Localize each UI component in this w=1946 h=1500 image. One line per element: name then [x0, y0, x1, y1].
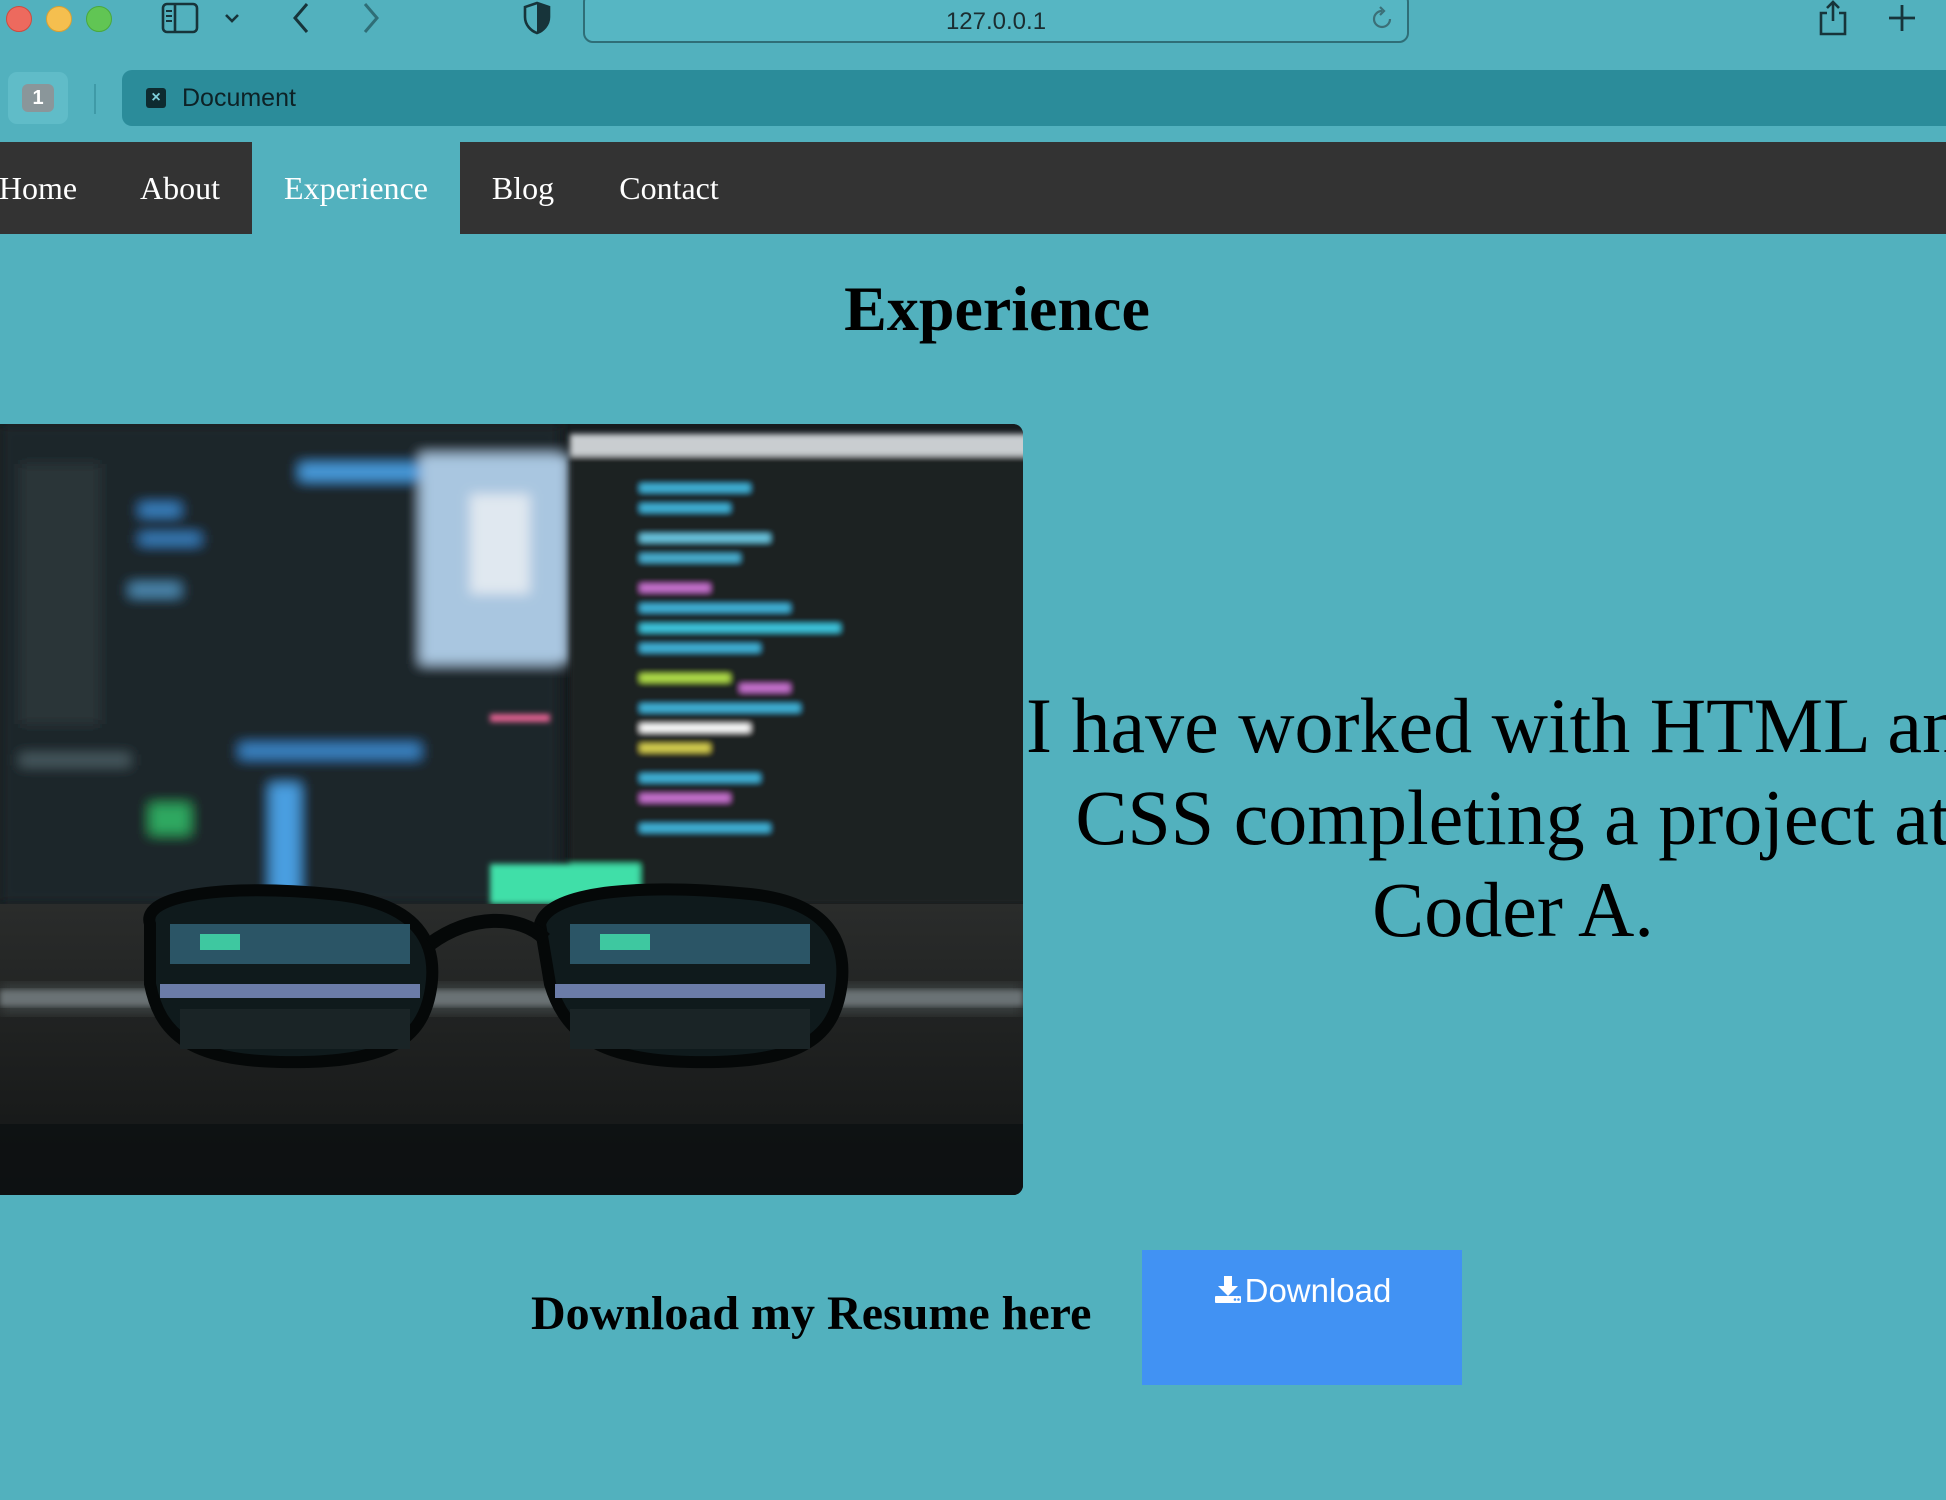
share-icon[interactable]	[1816, 0, 1850, 36]
page-title: Experience	[844, 273, 1150, 344]
reload-icon[interactable]	[1369, 6, 1395, 37]
back-arrow-icon[interactable]	[286, 0, 316, 36]
nav-about[interactable]: About	[116, 142, 244, 234]
hero-image	[0, 424, 1023, 1195]
favicon-icon: ×	[146, 88, 166, 108]
browser-toolbar: 127.0.0.1 1 × Document	[0, 0, 1946, 140]
nav-blog[interactable]: Blog	[476, 142, 570, 234]
nav-experience[interactable]: Experience	[252, 142, 460, 234]
chevron-down-icon[interactable]	[220, 0, 244, 36]
download-icon	[1213, 1272, 1245, 1312]
experience-description: I have worked with HTML and CSS completi…	[1025, 682, 1946, 953]
download-resume-button[interactable]: Download	[1142, 1250, 1462, 1385]
tab-title: Document	[182, 84, 296, 112]
top-nav: Home About Experience Blog Contact	[0, 142, 1946, 234]
new-tab-plus-icon[interactable]	[1886, 0, 1918, 36]
nav-contact[interactable]: Contact	[604, 142, 734, 234]
nav-home[interactable]: Home	[0, 142, 80, 234]
tab-count-badge: 1	[22, 84, 54, 112]
tab-overview-button[interactable]: 1	[8, 72, 68, 124]
sidebar-toggle-icon[interactable]	[160, 0, 200, 36]
tab-document[interactable]: × Document	[122, 70, 1946, 126]
zoom-window-button[interactable]	[86, 6, 112, 32]
shield-icon[interactable]	[522, 0, 552, 36]
url-text: 127.0.0.1	[945, 8, 1047, 35]
forward-arrow-icon[interactable]	[356, 0, 386, 36]
address-bar[interactable]: 127.0.0.1	[583, 0, 1409, 43]
close-window-button[interactable]	[6, 6, 32, 32]
minimize-window-button[interactable]	[46, 6, 72, 32]
tab-separator	[94, 84, 96, 114]
resume-label: Download my Resume here	[531, 1287, 1092, 1340]
download-label: Download	[1244, 1272, 1392, 1309]
